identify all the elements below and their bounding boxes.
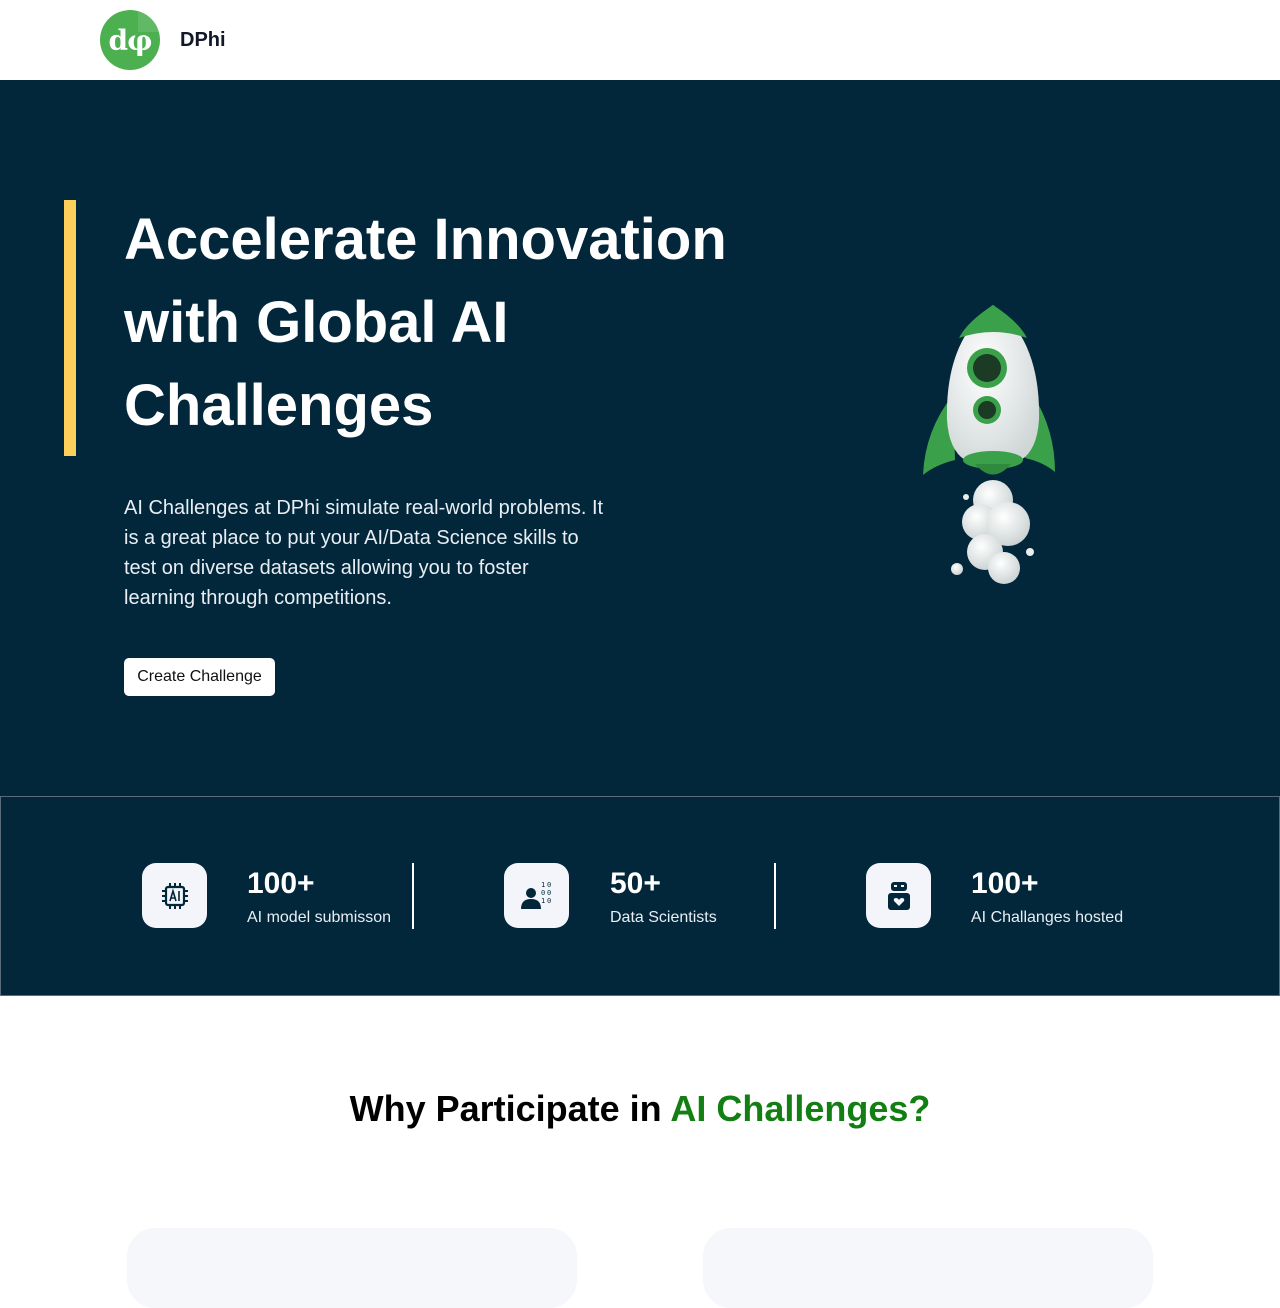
svg-text:1: 1 (541, 881, 545, 889)
svg-text:0: 0 (547, 889, 551, 897)
svg-text:1: 1 (541, 897, 545, 905)
hero-title: Accelerate Innovation with Global AI Cha… (124, 207, 727, 438)
stat-label: AI Challanges hosted (971, 909, 1124, 926)
hero-section: Accelerate Innovation with Global AI Cha… (0, 80, 1280, 796)
stats-bar: 100+ AI model submisson 10 00 10 50+ Dat… (0, 796, 1280, 996)
stat-value: 100+ (971, 867, 1039, 900)
stat-value: 50+ (610, 867, 661, 900)
dphi-logo[interactable]: dφ (100, 10, 160, 70)
svg-text:0: 0 (547, 897, 551, 905)
stat-divider (774, 863, 776, 929)
create-challenge-button[interactable]: Create Challenge (124, 658, 275, 696)
why-participate-heading: Why Participate in AI Challenges? (0, 1088, 1280, 1130)
hero-accent-bar (64, 200, 76, 456)
stat-label: AI model submisson (247, 909, 392, 926)
why-heading-highlight: AI Challenges? (670, 1088, 931, 1129)
svg-text:0: 0 (541, 889, 545, 897)
stat-label: Data Scientists (610, 909, 717, 926)
data-scientist-icon: 10 00 10 (504, 863, 569, 928)
rocket-illustration (905, 300, 1075, 600)
svg-text:0: 0 (547, 881, 551, 889)
robot-icon (866, 863, 931, 928)
stat-divider (412, 863, 414, 929)
brand-name[interactable]: DPhi (180, 29, 226, 52)
hero-description: AI Challenges at DPhi simulate real-worl… (124, 497, 604, 609)
stat-value: 100+ (247, 867, 315, 900)
feature-card (127, 1228, 577, 1308)
why-heading-prefix: Why Participate in (349, 1088, 671, 1129)
feature-card (703, 1228, 1153, 1308)
ai-chip-icon (142, 863, 207, 928)
top-navbar: dφ DPhi (0, 0, 1280, 80)
